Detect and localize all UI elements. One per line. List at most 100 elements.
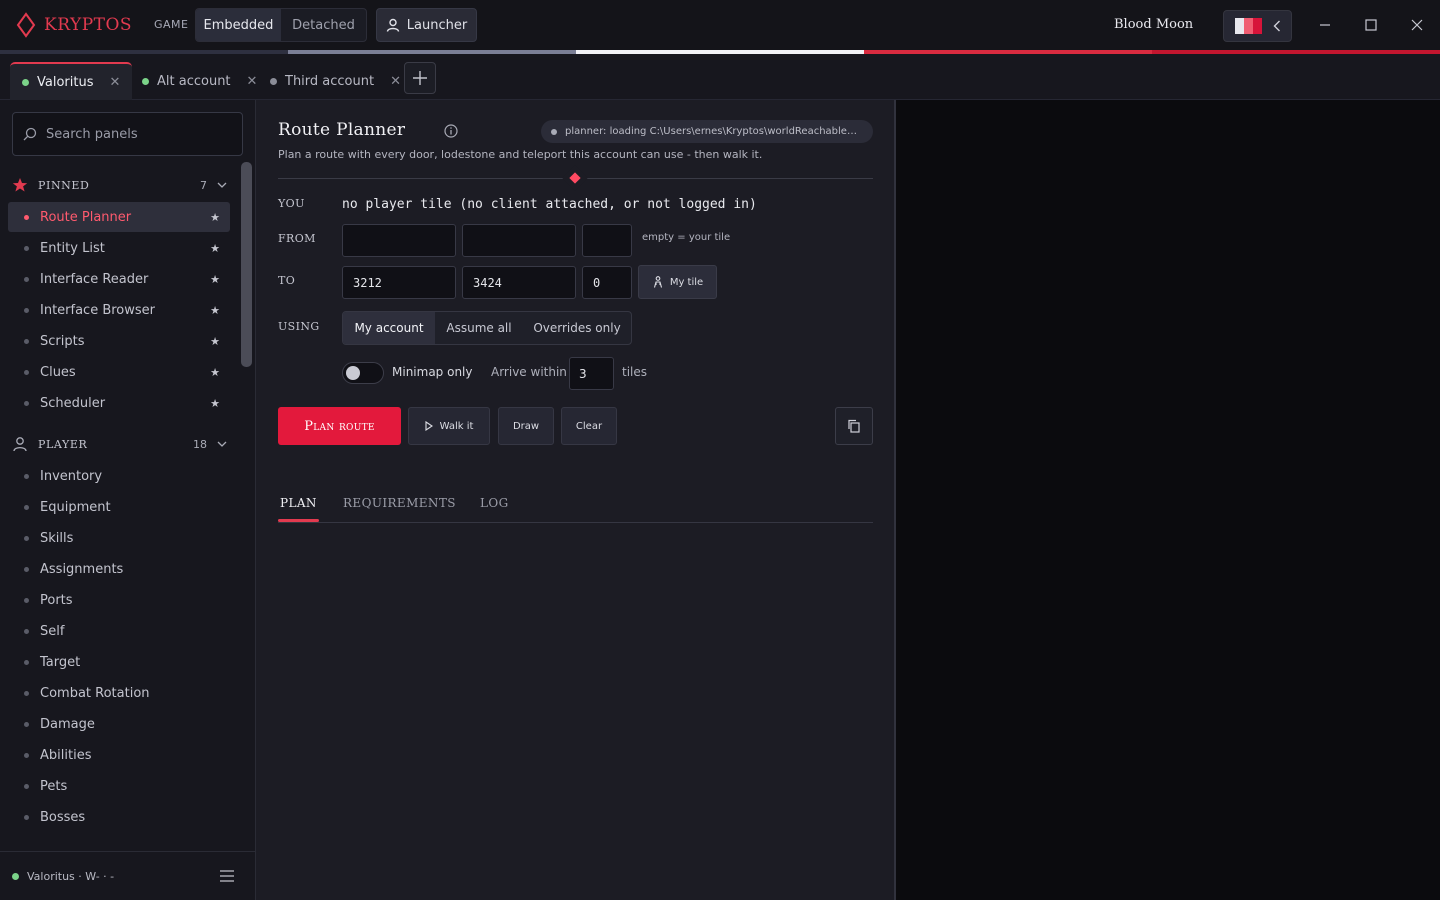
maximize-icon bbox=[1365, 19, 1377, 31]
to-plane-input[interactable] bbox=[582, 266, 632, 299]
using-overrides-only-button[interactable]: Overrides only bbox=[523, 312, 631, 344]
sidebar-item-clues[interactable]: Clues ★ bbox=[8, 357, 230, 387]
using-my-account-button[interactable]: My account bbox=[343, 312, 435, 344]
launcher-label: Launcher bbox=[406, 17, 468, 33]
bullet bbox=[24, 400, 29, 406]
maximize-button[interactable] bbox=[1360, 14, 1382, 36]
detached-mode-button[interactable]: Detached bbox=[281, 9, 366, 41]
sidebar-item-label: Abilities bbox=[40, 747, 92, 763]
you-label: YOU bbox=[278, 197, 305, 210]
bullet bbox=[24, 369, 29, 375]
sidebar-item-label: Skills bbox=[40, 530, 74, 546]
pin-star-icon[interactable]: ★ bbox=[210, 397, 220, 410]
from-x-input[interactable] bbox=[342, 224, 456, 257]
sidebar-item-damage[interactable]: Damage bbox=[8, 709, 230, 739]
app-brand-name: KRYPTOS bbox=[44, 15, 133, 35]
app-logo: KRYPTOS bbox=[16, 12, 132, 38]
close-window-button[interactable] bbox=[1406, 14, 1428, 36]
account-tab-bar: Valoritus ✕ Alt account ✕ Third account … bbox=[0, 54, 1440, 100]
bullet bbox=[24, 659, 29, 665]
sidebar-item-inventory[interactable]: Inventory bbox=[8, 461, 230, 491]
sidebar-item-combat-rotation[interactable]: Combat Rotation bbox=[8, 678, 230, 708]
to-label: TO bbox=[278, 274, 296, 287]
bullet bbox=[24, 473, 29, 479]
theme-picker-button[interactable] bbox=[1223, 10, 1292, 42]
bullet bbox=[24, 566, 29, 572]
pin-star-icon[interactable]: ★ bbox=[210, 304, 220, 317]
pin-star-icon[interactable]: ★ bbox=[210, 273, 220, 286]
clear-button[interactable]: Clear bbox=[561, 407, 617, 445]
sidebar-item-equipment[interactable]: Equipment bbox=[8, 492, 230, 522]
plan-route-button[interactable]: Plan route bbox=[278, 407, 401, 445]
draw-button[interactable]: Draw bbox=[498, 407, 554, 445]
divider-diamond-icon bbox=[569, 172, 581, 184]
theme-swatch bbox=[1234, 18, 1263, 34]
from-plane-input[interactable] bbox=[582, 224, 632, 257]
minimap-only-toggle[interactable] bbox=[342, 362, 384, 384]
player-section-header[interactable]: PLAYER 18 bbox=[12, 432, 227, 456]
to-y-input[interactable] bbox=[462, 266, 576, 299]
tab-requirements[interactable]: REQUIREMENTS bbox=[343, 496, 456, 510]
my-tile-button[interactable]: My tile bbox=[638, 265, 717, 299]
pin-star-icon[interactable]: ★ bbox=[210, 211, 220, 224]
account-tab-alt[interactable]: Alt account ✕ bbox=[130, 62, 269, 100]
sidebar-item-interface-browser[interactable]: Interface Browser ★ bbox=[8, 295, 230, 325]
embedded-mode-button[interactable]: Embedded bbox=[196, 9, 281, 41]
embed-mode-toggle: Embedded Detached bbox=[195, 8, 367, 42]
close-tab-icon[interactable]: ✕ bbox=[109, 75, 120, 90]
bullet bbox=[24, 245, 29, 251]
sidebar-scrollbar[interactable] bbox=[241, 162, 252, 367]
route-planner-panel: Route Planner planner: loading C:\Users\… bbox=[256, 100, 896, 900]
using-selector: My account Assume all Overrides only bbox=[342, 311, 632, 345]
sidebar-item-pets[interactable]: Pets bbox=[8, 771, 230, 801]
sidebar-item-abilities[interactable]: Abilities bbox=[8, 740, 230, 770]
tab-plan[interactable]: PLAN bbox=[280, 496, 317, 510]
chevron-left-icon bbox=[1273, 20, 1280, 32]
minimize-button[interactable] bbox=[1314, 14, 1336, 36]
planner-status-pill: planner: loading C:\Users\ernes\Kryptos\… bbox=[541, 120, 873, 143]
to-x-input[interactable] bbox=[342, 266, 456, 299]
sidebar-item-assignments[interactable]: Assignments bbox=[8, 554, 230, 584]
close-tab-icon[interactable]: ✕ bbox=[390, 74, 401, 89]
walk-it-button[interactable]: Walk it bbox=[408, 407, 490, 445]
pinned-section-header[interactable]: PINNED 7 bbox=[12, 173, 227, 197]
user-icon bbox=[386, 18, 399, 32]
sidebar-item-interface-reader[interactable]: Interface Reader ★ bbox=[8, 264, 230, 294]
sidebar-item-scripts[interactable]: Scripts ★ bbox=[8, 326, 230, 356]
pin-star-icon[interactable]: ★ bbox=[210, 366, 220, 379]
bullet bbox=[24, 690, 29, 696]
copy-button[interactable] bbox=[835, 407, 873, 445]
player-section-title: PLAYER bbox=[38, 437, 88, 451]
bullet bbox=[24, 307, 29, 313]
menu-icon[interactable] bbox=[220, 870, 234, 882]
from-y-input[interactable] bbox=[462, 224, 576, 257]
online-status-dot bbox=[12, 872, 19, 880]
account-tab-valoritus[interactable]: Valoritus ✕ bbox=[10, 62, 133, 100]
my-tile-label: My tile bbox=[669, 276, 704, 288]
sidebar-item-scheduler[interactable]: Scheduler ★ bbox=[8, 388, 230, 418]
bullet bbox=[24, 721, 29, 727]
tab-log[interactable]: LOG bbox=[480, 496, 509, 510]
sidebar-item-target[interactable]: Target bbox=[8, 647, 230, 677]
pin-star-icon[interactable]: ★ bbox=[210, 335, 220, 348]
arrive-within-input[interactable] bbox=[569, 357, 614, 390]
minimize-icon bbox=[1320, 24, 1330, 26]
game-label: GAME bbox=[154, 18, 189, 31]
sidebar-item-skills[interactable]: Skills bbox=[8, 523, 230, 553]
sidebar-item-route-planner[interactable]: Route Planner ★ bbox=[8, 202, 230, 232]
sidebar-item-bosses[interactable]: Bosses bbox=[8, 802, 230, 832]
game-viewport[interactable] bbox=[896, 100, 1440, 900]
result-tabs: PLAN REQUIREMENTS LOG bbox=[278, 492, 873, 523]
launcher-button[interactable]: Launcher bbox=[376, 8, 477, 42]
search-panels-input[interactable] bbox=[46, 126, 226, 142]
sidebar-item-self[interactable]: Self bbox=[8, 616, 230, 646]
user-icon bbox=[13, 437, 27, 452]
close-tab-icon[interactable]: ✕ bbox=[247, 74, 258, 89]
using-assume-all-button[interactable]: Assume all bbox=[435, 312, 523, 344]
sidebar-item-entity-list[interactable]: Entity List ★ bbox=[8, 233, 230, 263]
pin-star-icon[interactable]: ★ bbox=[210, 242, 220, 255]
account-tab-third[interactable]: Third account ✕ bbox=[258, 62, 413, 100]
add-account-tab-button[interactable] bbox=[404, 62, 436, 94]
sidebar-item-ports[interactable]: Ports bbox=[8, 585, 230, 615]
info-icon[interactable] bbox=[444, 124, 458, 138]
